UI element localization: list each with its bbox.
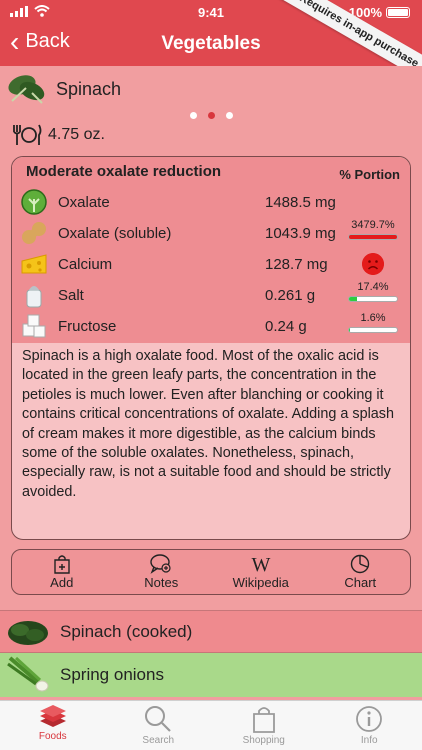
page-dot-active[interactable] [207,112,215,119]
portion-bar-fill [349,328,350,332]
list-item[interactable]: Spinach (cooked) [0,611,422,652]
item-name: Spinach [56,78,122,99]
tab-shopping[interactable]: Shopping [211,701,317,750]
nutrient-row-oxalate: Oxalate 1488.5 mg [12,187,410,218]
shopping-bag-icon [252,707,275,733]
navigation-bar: 9:41 100% ‹ Back Vegetables Requires in-… [0,0,422,66]
nutrient-value: 1488.5 mg [265,194,336,211]
portion-bar [348,327,398,333]
portion-bar-fill [349,297,358,301]
foods-icon [39,705,66,727]
portion-percent: 17.4% [357,281,389,293]
frown-icon [362,253,384,275]
chart-label: Chart [344,575,377,590]
add-label: Add [50,575,74,590]
search-icon [145,706,172,732]
page-dot[interactable] [225,112,233,119]
broccoli-icon [21,189,47,215]
portion-percent: 1.6% [360,312,386,324]
nutrient-row-salt: Salt 0.261 g 17.4% [12,280,410,311]
portion-value: 4.75 oz. [48,126,105,143]
list-item[interactable]: Spring onions [0,653,422,697]
shopping-bag-add-icon [54,555,70,574]
sugar-cubes-icon [22,314,46,338]
nutrient-label: Fructose [58,318,117,335]
nutrient-table: Moderate oxalate reduction % Portion Oxa… [12,157,410,343]
peanut-icon [22,222,46,244]
tab-label: Shopping [242,735,285,746]
page-indicator[interactable] [0,112,422,119]
salt-shaker-icon [26,286,42,308]
item-header: Spinach [0,66,422,112]
tab-info[interactable]: Info [317,701,422,750]
tab-foods[interactable]: Foods [0,701,106,750]
food-description: Spinach is a high oxalate food. Most of … [22,348,394,500]
svg-text:W: W [251,554,270,574]
page-dot[interactable] [189,112,197,119]
notes-button[interactable]: Notes [112,550,212,594]
nutrient-row-fructose: Fructose 0.24 g 1.6% [12,311,410,342]
nutrient-value: 1043.9 mg [265,225,336,242]
nutrient-value: 0.261 g [265,287,316,304]
portion-bar [348,234,398,240]
wikipedia-icon: W [251,554,270,574]
portion-percent: 3479.7% [351,219,395,231]
list-item-name: Spinach (cooked) [60,621,193,641]
nutrient-row-calcium: Calcium 128.7 mg [12,249,410,280]
nutrient-label: Oxalate [58,194,110,211]
nutrient-label: Oxalate (soluble) [58,225,172,242]
add-button[interactable]: Add [12,550,112,594]
battery-icon [386,7,410,18]
tab-label: Foods [38,731,67,742]
notes-icon [150,554,171,574]
card-title: Moderate oxalate reduction [26,163,222,180]
action-toolbar: Add Notes W Wikipedia Chart [11,549,411,595]
portion-bar [348,296,398,302]
tab-label: Info [360,735,378,746]
nutrient-value: 128.7 mg [265,256,328,273]
cooked-spinach-icon [8,620,48,645]
cutlery-plate-icon [13,124,42,145]
wikipedia-label: Wikipedia [232,575,289,590]
tab-search[interactable]: Search [106,701,212,750]
nutrient-label: Salt [58,287,84,304]
nutrient-row-oxalate-soluble: Oxalate (soluble) 1043.9 mg 3479.7% [12,218,410,249]
nutrient-value: 0.24 g [265,318,307,335]
wikipedia-button[interactable]: W Wikipedia [211,550,311,594]
portion-size: 4.75 oz. [12,124,105,146]
chart-button[interactable]: Chart [311,550,411,594]
notes-label: Notes [144,575,179,590]
tab-bar: Foods Search Shopping Info [0,700,422,750]
spring-onion-icon [7,656,49,692]
portion-bar-fill [349,235,397,239]
pie-chart-icon [351,554,370,574]
cheese-icon [21,254,47,274]
spinach-icon [8,75,45,104]
list-item-name: Spring onions [60,665,164,684]
info-icon [356,706,383,732]
nutrient-card: Moderate oxalate reduction % Portion Oxa… [11,156,411,540]
portion-header: % Portion [339,167,400,182]
nutrient-label: Calcium [58,256,113,273]
tab-label: Search [142,735,175,746]
